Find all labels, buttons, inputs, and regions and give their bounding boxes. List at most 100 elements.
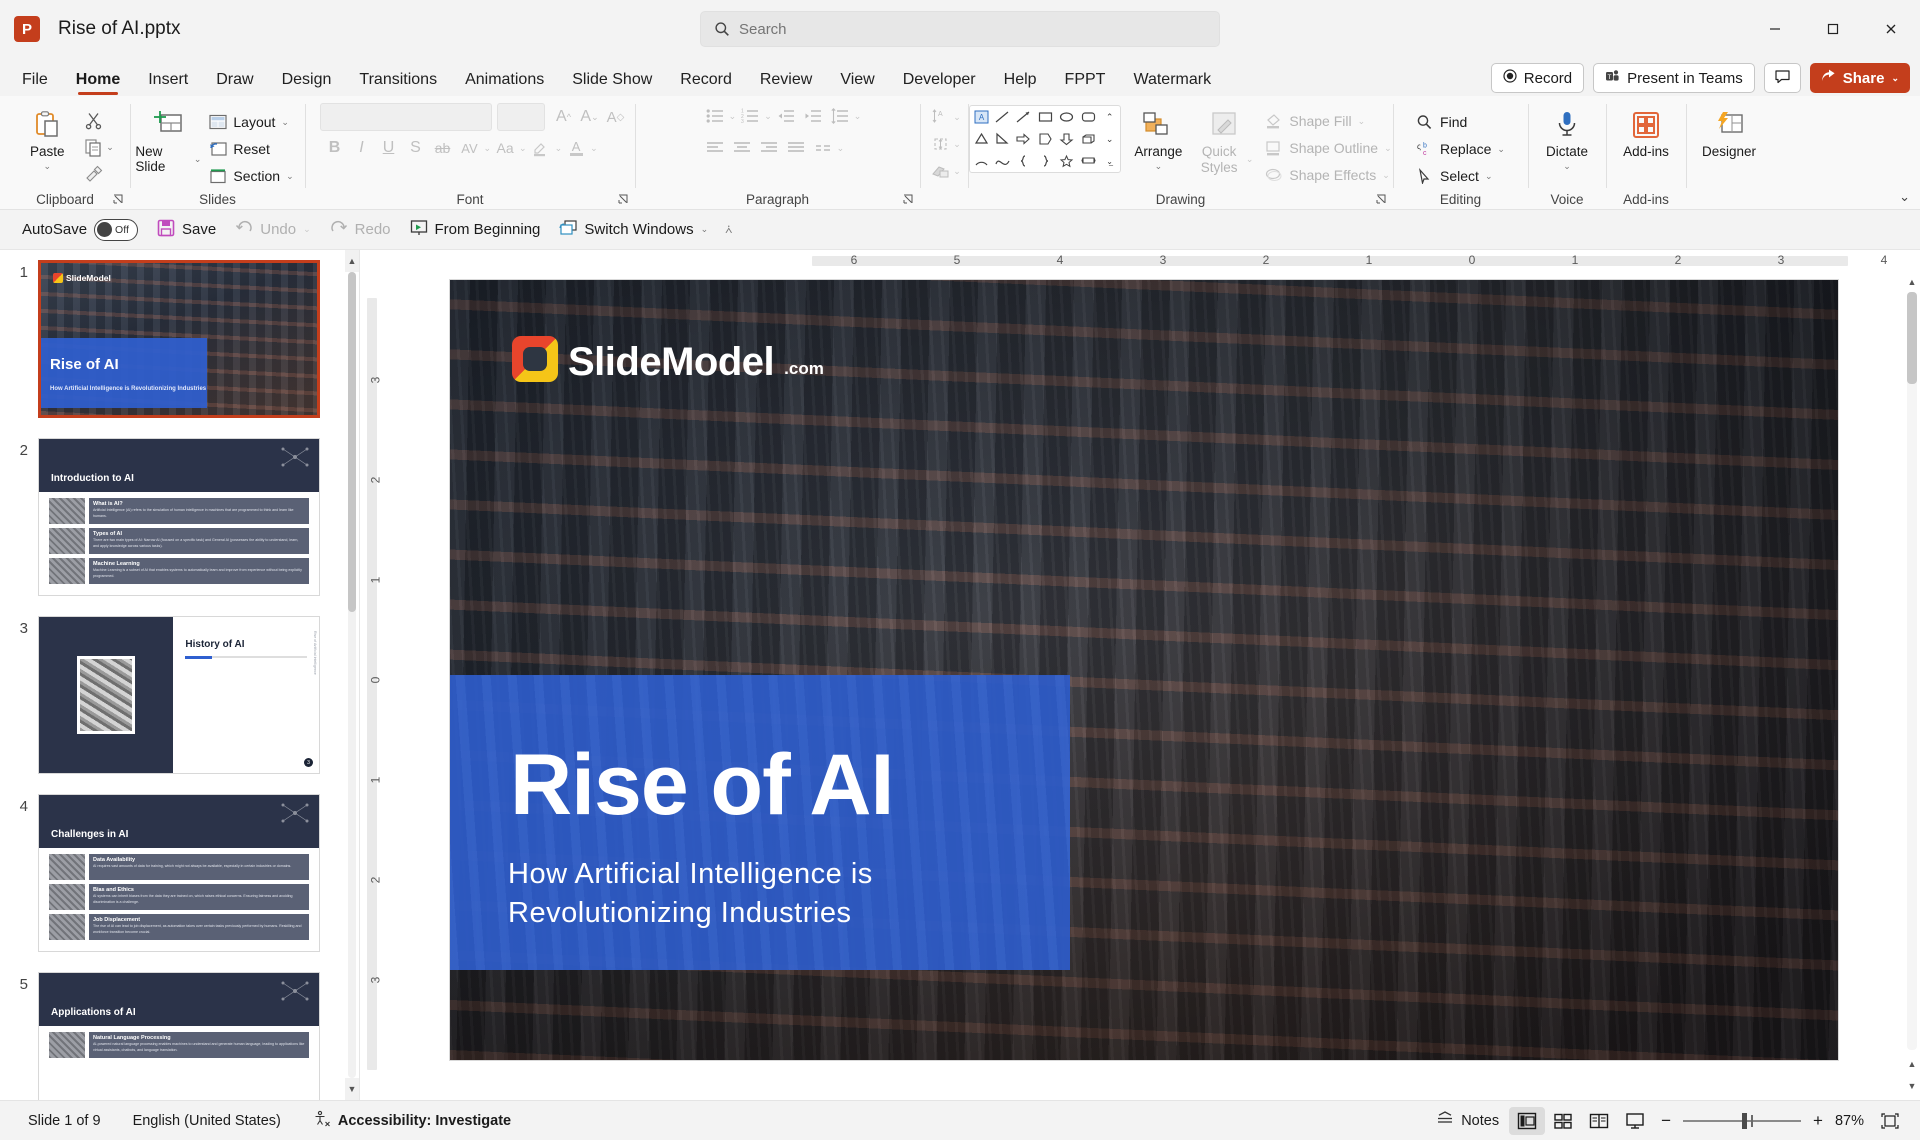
quick-styles-button[interactable]: Quick Styles ⌄ xyxy=(1195,103,1253,175)
paste-button[interactable]: Paste ⌄ xyxy=(16,103,78,172)
find-button[interactable]: Find xyxy=(1410,109,1511,135)
tab-home[interactable]: Home xyxy=(62,64,134,96)
normal-view-button[interactable] xyxy=(1509,1107,1545,1135)
notes-button[interactable]: Notes xyxy=(1420,1111,1509,1131)
align-text-caret-icon[interactable]: ⌄ xyxy=(953,139,961,150)
shape-pentagon-arrow[interactable] xyxy=(1035,128,1056,150)
present-in-teams-button[interactable]: T Present in Teams xyxy=(1593,63,1755,93)
autosave-control[interactable]: AutoSave Off xyxy=(14,215,146,245)
zoom-slider-knob[interactable] xyxy=(1742,1113,1747,1129)
scroll-thumb[interactable] xyxy=(1907,292,1917,384)
tab-draw[interactable]: Draw xyxy=(202,64,267,96)
scroll-track[interactable] xyxy=(1907,292,1917,1050)
horizontal-ruler[interactable]: 6 5 4 3 2 1 0 1 2 3 4 5 6 xyxy=(360,250,1920,272)
format-painter-button[interactable] xyxy=(80,161,106,187)
redo-button[interactable]: Redo xyxy=(322,215,399,245)
qat-more-caret-icon[interactable]: ⩑ xyxy=(725,222,732,237)
dictate-button[interactable]: Dictate ⌄ xyxy=(1536,103,1598,172)
shapes-scroll-down[interactable]: ⌄ xyxy=(1099,128,1120,150)
align-center-button[interactable] xyxy=(729,135,755,161)
shapes-scroll-up[interactable]: ⌃ xyxy=(1099,106,1120,128)
thumbnail-frame[interactable]: History of AI Rise of Artificial Intelli… xyxy=(38,616,320,774)
columns-caret-icon[interactable]: ⌄ xyxy=(837,143,845,154)
bullets-button[interactable] xyxy=(702,103,728,129)
highlight-caret-icon[interactable]: ⌄ xyxy=(555,143,563,154)
font-color-caret-icon[interactable]: ⌄ xyxy=(590,143,598,154)
tab-file[interactable]: File xyxy=(8,64,62,96)
change-case-caret-icon[interactable]: ⌄ xyxy=(519,143,527,154)
reset-button[interactable]: Reset xyxy=(203,136,299,162)
convert-to-smartart-button[interactable] xyxy=(927,158,953,184)
quick-styles-caret-icon[interactable]: ⌄ xyxy=(1246,154,1254,164)
tab-insert[interactable]: Insert xyxy=(134,64,202,96)
thumbnail-slide-2[interactable]: 2 Introduction to AI Wh xyxy=(12,438,345,596)
tab-view[interactable]: View xyxy=(826,64,888,96)
add-ins-button[interactable]: Add-ins xyxy=(1615,103,1677,159)
autosave-toggle[interactable]: Off xyxy=(94,219,138,241)
tab-watermark[interactable]: Watermark xyxy=(1119,64,1225,96)
dictate-caret-icon[interactable]: ⌄ xyxy=(1563,161,1571,172)
undo-caret-icon[interactable]: ⌄ xyxy=(303,224,311,235)
tab-help[interactable]: Help xyxy=(990,64,1051,96)
shape-rectangle[interactable] xyxy=(1035,106,1056,128)
slide-subtitle[interactable]: How Artificial Intelligence is Revolutio… xyxy=(508,855,873,933)
thumbnail-frame[interactable]: Challenges in AI Data Availability AI re… xyxy=(38,794,320,952)
shape-line[interactable] xyxy=(992,106,1013,128)
shape-fill-button[interactable]: Shape Fill ⌄ xyxy=(1259,108,1397,134)
justify-button[interactable] xyxy=(783,135,809,161)
font-color-button[interactable]: A xyxy=(563,135,589,161)
shape-rounded-rect[interactable] xyxy=(1078,106,1099,128)
tab-slide-show[interactable]: Slide Show xyxy=(558,64,666,96)
slide-show-button[interactable] xyxy=(1617,1107,1653,1135)
select-caret-icon[interactable]: ⌄ xyxy=(1485,171,1493,182)
language-indicator[interactable]: English (United States) xyxy=(117,1113,297,1129)
tab-record[interactable]: Record xyxy=(666,64,746,96)
font-dialog-launcher[interactable] xyxy=(618,194,629,208)
thumbnail-scroll-thumb[interactable] xyxy=(348,272,356,612)
shapes-gallery[interactable]: A ⌃ ⌄ xyxy=(969,105,1121,173)
shape-right-triangle[interactable] xyxy=(992,128,1013,150)
tab-animations[interactable]: Animations xyxy=(451,64,558,96)
share-button[interactable]: Share ⌄ xyxy=(1810,63,1910,93)
strikethrough-button[interactable]: ab xyxy=(430,135,456,161)
accessibility-status[interactable]: Accessibility: Investigate xyxy=(297,1110,527,1132)
slide-title[interactable]: Rise of AI xyxy=(510,742,893,828)
section-button[interactable]: Section ⌄ xyxy=(203,163,299,189)
shape-arc[interactable] xyxy=(970,150,991,172)
bullets-caret-icon[interactable]: ⌄ xyxy=(729,111,737,122)
shape-outline-button[interactable]: Shape Outline ⌄ xyxy=(1259,135,1397,161)
thumbnail-scroll-up-icon[interactable]: ▲ xyxy=(345,250,359,272)
underline-button[interactable]: U xyxy=(376,135,402,161)
shape-curve[interactable] xyxy=(992,150,1013,172)
thumbnail-slide-3[interactable]: 3 History of AI Rise of Artificial Intel… xyxy=(12,616,345,774)
new-slide-button[interactable]: New Slide ⌄ xyxy=(135,103,201,174)
replace-caret-icon[interactable]: ⌄ xyxy=(1497,144,1505,155)
character-spacing-caret-icon[interactable]: ⌄ xyxy=(484,143,492,154)
thumbnail-frame[interactable]: Introduction to AI What is AI? Artificia… xyxy=(38,438,320,596)
search-input[interactable] xyxy=(739,21,1207,38)
slide-vertical-scrollbar[interactable]: ▲ ▲ ▼ xyxy=(1904,272,1920,1100)
tab-transitions[interactable]: Transitions xyxy=(345,64,451,96)
thumbnail-slide-4[interactable]: 4 Challenges in AI Data xyxy=(12,794,345,952)
designer-button[interactable]: Designer xyxy=(1692,103,1766,159)
zoom-control[interactable]: − + 87% xyxy=(1653,1111,1872,1131)
paste-caret-icon[interactable]: ⌄ xyxy=(43,161,51,172)
comments-button[interactable] xyxy=(1764,63,1801,93)
section-caret-icon[interactable]: ⌄ xyxy=(286,171,294,182)
cut-button[interactable] xyxy=(80,107,106,133)
layout-caret-icon[interactable]: ⌄ xyxy=(281,117,289,128)
zoom-out-button[interactable]: − xyxy=(1661,1111,1671,1131)
shape-outline-caret-icon[interactable]: ⌄ xyxy=(1384,143,1392,154)
record-button[interactable]: Record xyxy=(1491,63,1584,93)
shape-5-point-star[interactable] xyxy=(1056,150,1077,172)
paragraph-dialog-launcher[interactable] xyxy=(903,194,914,208)
numbering-caret-icon[interactable]: ⌄ xyxy=(764,111,772,122)
undo-button[interactable]: Undo ⌄ xyxy=(227,215,318,245)
shape-right-brace[interactable] xyxy=(1035,150,1056,172)
zoom-level[interactable]: 87% xyxy=(1835,1113,1864,1129)
reading-view-button[interactable] xyxy=(1581,1107,1617,1135)
fit-slide-to-window-button[interactable] xyxy=(1872,1107,1908,1135)
shape-effects-button[interactable]: Shape Effects ⌄ xyxy=(1259,162,1397,188)
shape-banner[interactable] xyxy=(1078,150,1099,172)
share-caret-icon[interactable]: ⌄ xyxy=(1891,73,1899,84)
